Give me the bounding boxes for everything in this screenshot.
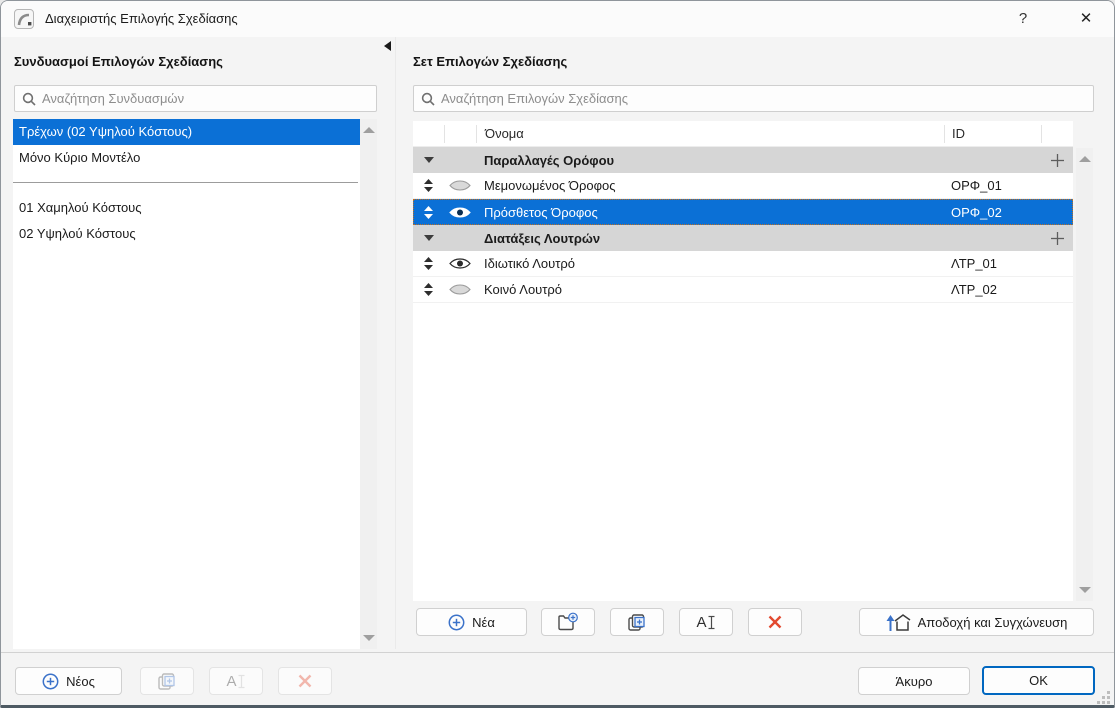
scroll-up-icon[interactable] bbox=[363, 127, 375, 133]
options-search-input[interactable] bbox=[441, 91, 1093, 106]
table-header: Όνομα ID bbox=[413, 121, 1073, 147]
visibility-off-icon[interactable] bbox=[449, 179, 471, 192]
add-option-icon[interactable] bbox=[1050, 153, 1065, 168]
reorder-handle-icon[interactable] bbox=[424, 205, 433, 219]
option-id: ΟΡΦ_01 bbox=[951, 178, 1002, 193]
combinations-list: Τρέχων (02 Υψηλού Κόστους) Μόνο Κύριο Μο… bbox=[13, 119, 360, 649]
app-icon bbox=[14, 9, 34, 29]
ok-button[interactable]: OK bbox=[982, 666, 1095, 695]
combinations-panel-title: Συνδυασμοί Επιλογών Σχεδίασης bbox=[14, 54, 223, 69]
column-id: ID bbox=[944, 124, 1041, 143]
option-name: Ιδιωτικό Λουτρό bbox=[484, 256, 575, 271]
combinations-search[interactable] bbox=[14, 85, 377, 112]
list-item[interactable]: Μόνο Κύριο Μοντέλο bbox=[13, 145, 360, 171]
delete-x-icon bbox=[768, 615, 782, 629]
search-icon bbox=[421, 92, 435, 106]
new-combination-label: Νέος bbox=[66, 673, 95, 689]
duplicate-icon bbox=[158, 672, 175, 690]
new-option-label: Νέα bbox=[472, 614, 495, 630]
option-name: Κοινό Λουτρό bbox=[484, 282, 563, 297]
new-option-set-button[interactable] bbox=[541, 608, 595, 636]
visibility-on-icon[interactable] bbox=[449, 206, 471, 219]
scroll-down-icon[interactable] bbox=[1079, 587, 1091, 593]
footer-separator bbox=[1, 652, 1114, 653]
collapse-left-panel-icon[interactable] bbox=[384, 41, 391, 51]
merge-into-model-icon bbox=[886, 613, 911, 631]
group-row[interactable]: Παραλλαγές Ορόφου bbox=[413, 147, 1073, 173]
duplicate-option-button[interactable] bbox=[610, 608, 664, 636]
rename-icon: A bbox=[226, 672, 244, 690]
duplicate-icon bbox=[628, 613, 645, 631]
duplicate-combination-button bbox=[140, 667, 194, 695]
option-id: ΛΤΡ_01 bbox=[951, 256, 998, 271]
rename-option-button[interactable]: A bbox=[679, 608, 733, 636]
option-row-selected[interactable]: Πρόσθετος Όροφος ΟΡΦ_02 bbox=[413, 199, 1073, 225]
new-option-button[interactable]: Νέα bbox=[416, 608, 527, 636]
visibility-off-icon[interactable] bbox=[449, 283, 471, 296]
visibility-on-icon[interactable] bbox=[449, 257, 471, 270]
add-circle-icon bbox=[42, 673, 59, 689]
delete-combination-button bbox=[278, 667, 332, 695]
option-row[interactable]: Ιδιωτικό Λουτρό ΛΤΡ_01 bbox=[413, 251, 1073, 277]
design-option-manager-dialog: Διαχειριστής Επιλογής Σχεδίασης ? ✕ Συνδ… bbox=[0, 0, 1115, 708]
scroll-up-icon[interactable] bbox=[1079, 156, 1091, 162]
list-item[interactable]: Τρέχων (02 Υψηλού Κόστους) bbox=[13, 119, 360, 145]
column-name: Όνομα bbox=[476, 124, 944, 143]
add-circle-icon bbox=[448, 614, 465, 630]
reorder-handle-icon[interactable] bbox=[424, 257, 433, 270]
new-folder-icon bbox=[557, 612, 578, 631]
cancel-label: Άκυρο bbox=[895, 673, 933, 689]
add-option-icon[interactable] bbox=[1050, 231, 1065, 246]
window-title: Διαχειριστής Επιλογής Σχεδίασης bbox=[45, 11, 238, 26]
help-button[interactable]: ? bbox=[1009, 7, 1037, 31]
option-name: Πρόσθετος Όροφος bbox=[484, 204, 598, 220]
scroll-down-icon[interactable] bbox=[363, 635, 375, 641]
options-search[interactable] bbox=[413, 85, 1094, 112]
ok-label: OK bbox=[1029, 673, 1048, 688]
cancel-button[interactable]: Άκυρο bbox=[858, 667, 970, 695]
option-row[interactable]: Μεμονωμένος Όροφος ΟΡΦ_01 bbox=[413, 173, 1073, 199]
new-combination-button[interactable]: Νέος bbox=[15, 667, 122, 695]
delete-option-button[interactable] bbox=[748, 608, 802, 636]
rename-combination-button: A bbox=[209, 667, 263, 695]
resize-grip[interactable] bbox=[1096, 690, 1110, 704]
combinations-scrollbar[interactable] bbox=[360, 119, 377, 649]
collapse-group-icon[interactable] bbox=[423, 235, 434, 241]
option-id: ΛΤΡ_02 bbox=[951, 282, 998, 297]
panel-divider bbox=[395, 37, 396, 649]
option-row[interactable]: Κοινό Λουτρό ΛΤΡ_02 bbox=[413, 277, 1073, 303]
accept-merge-label: Αποδοχή και Συγχώνευση bbox=[917, 614, 1068, 630]
list-item[interactable]: 02 Υψηλού Κόστους bbox=[13, 221, 360, 247]
accept-merge-button[interactable]: Αποδοχή και Συγχώνευση bbox=[859, 608, 1094, 636]
rename-icon: A bbox=[696, 613, 714, 631]
options-scrollbar[interactable] bbox=[1076, 148, 1093, 601]
option-name: Μεμονωμένος Όροφος bbox=[484, 178, 616, 193]
delete-x-icon bbox=[298, 674, 312, 688]
search-icon bbox=[22, 92, 36, 106]
combinations-search-input[interactable] bbox=[42, 91, 376, 106]
options-table: Όνομα ID Παραλλαγές Ορόφου Μεμονωμένος Ό… bbox=[413, 121, 1073, 601]
reorder-handle-icon[interactable] bbox=[424, 283, 433, 296]
list-separator bbox=[13, 182, 358, 183]
title-bar: Διαχειριστής Επιλογής Σχεδίασης ? ✕ bbox=[1, 1, 1114, 37]
group-label: Παραλλαγές Ορόφου bbox=[484, 152, 615, 168]
list-item[interactable]: 01 Χαμηλού Κόστους bbox=[13, 195, 360, 221]
option-sets-panel-title: Σετ Επιλογών Σχεδίασης bbox=[413, 54, 568, 69]
reorder-handle-icon[interactable] bbox=[424, 179, 433, 192]
option-id: ΟΡΦ_02 bbox=[951, 204, 1002, 220]
group-row[interactable]: Διατάξεις Λουτρών bbox=[413, 225, 1073, 251]
group-label: Διατάξεις Λουτρών bbox=[484, 230, 601, 246]
collapse-group-icon[interactable] bbox=[423, 157, 434, 163]
close-icon[interactable]: ✕ bbox=[1069, 5, 1103, 33]
